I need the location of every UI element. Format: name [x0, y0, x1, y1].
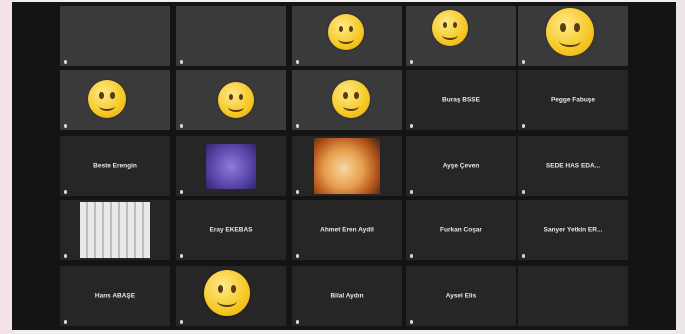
smiley-face-icon: [546, 8, 594, 56]
participant-name: SEDE HAS EDA...: [545, 162, 601, 170]
participant-name: Beste Erengin: [93, 162, 137, 170]
participant-label: [296, 189, 398, 194]
participant-label: [522, 59, 624, 64]
participant-label: [296, 123, 398, 128]
participant-name: Aysel Elis: [445, 292, 477, 300]
participant-label: [64, 319, 166, 324]
participant-label: [64, 189, 166, 194]
participant-name: Bilal Aydın: [330, 292, 364, 300]
participant-tile[interactable]: [292, 6, 402, 66]
participant-name: Sanyer Yetkin ER...: [543, 226, 603, 234]
participant-label: [180, 59, 282, 64]
participant-name: Pegge Fabuşe: [550, 96, 596, 104]
participant-label: [410, 59, 512, 64]
microphone-icon: [410, 189, 413, 194]
participant-tile[interactable]: Pegge Fabuşe: [518, 70, 628, 130]
participant-tile[interactable]: [518, 6, 628, 66]
participant-tile[interactable]: SEDE HAS EDA...: [518, 136, 628, 196]
microphone-icon: [180, 253, 183, 258]
microphone-icon: [296, 189, 299, 194]
microphone-icon: [410, 253, 413, 258]
participant-name: Buraş BSSE: [442, 96, 480, 104]
microphone-icon: [296, 59, 299, 64]
participant-tile[interactable]: [518, 266, 628, 326]
participant-name: Ayşe Çeven: [442, 162, 480, 170]
microphone-icon: [296, 319, 299, 324]
participant-tile[interactable]: [292, 70, 402, 130]
participant-tile[interactable]: [292, 136, 402, 196]
smiley-face-icon: [328, 14, 364, 50]
participant-tile[interactable]: Hans ABAŞE: [60, 266, 170, 326]
smiley-face-icon: [332, 80, 370, 118]
participant-image: [314, 138, 380, 194]
participant-label: [180, 123, 282, 128]
microphone-icon: [64, 59, 67, 64]
participant-tile[interactable]: [176, 266, 286, 326]
participant-image: [80, 202, 150, 258]
participant-name: Ahmet Eren Aydil: [320, 226, 374, 234]
smiley-face-icon: [432, 10, 468, 46]
microphone-icon: [180, 189, 183, 194]
smiley-face-icon: [204, 270, 250, 316]
microphone-icon: [64, 123, 67, 128]
participant-label: [296, 319, 398, 324]
microphone-icon: [180, 319, 183, 324]
microphone-icon: [296, 123, 299, 128]
participant-tile[interactable]: [176, 136, 286, 196]
participant-label: [64, 123, 166, 128]
participant-label: [410, 253, 512, 258]
participant-tile[interactable]: Bilal Aydın: [292, 266, 402, 326]
microphone-icon: [64, 189, 67, 194]
participant-tile[interactable]: [60, 70, 170, 130]
microphone-icon: [522, 253, 525, 258]
participant-label: [522, 123, 624, 128]
smiley-face-icon: [88, 80, 126, 118]
microphone-icon: [522, 59, 525, 64]
video-meeting-gallery: Buraş BSSE Pegge Fabuşe Beste Erengin Ayşe …: [12, 2, 676, 330]
participant-label: [410, 319, 512, 324]
participant-label: [180, 253, 282, 258]
microphone-icon: [522, 123, 525, 128]
participant-label: [64, 59, 166, 64]
participant-tile[interactable]: Buraş BSSE: [406, 70, 516, 130]
microphone-icon: [296, 253, 299, 258]
participant-image: [206, 144, 256, 189]
participant-label: [522, 253, 624, 258]
participant-tile[interactable]: Sanyer Yetkin ER...: [518, 200, 628, 260]
smiley-face-icon: [218, 82, 254, 118]
participant-tile[interactable]: [406, 6, 516, 66]
participant-name: Furkan Coşar: [440, 226, 482, 234]
participant-tile[interactable]: Beste Erengin: [60, 136, 170, 196]
microphone-icon: [180, 123, 183, 128]
participant-tile[interactable]: [60, 200, 170, 260]
participant-label: [180, 189, 282, 194]
participant-label: [410, 189, 512, 194]
participant-label: [180, 319, 282, 324]
microphone-icon: [522, 189, 525, 194]
participant-tile[interactable]: [60, 6, 170, 66]
participant-tile[interactable]: Furkan Coşar: [406, 200, 516, 260]
participant-label: [410, 123, 512, 128]
participant-tile[interactable]: Eray EKEBAS: [176, 200, 286, 260]
microphone-icon: [64, 253, 67, 258]
participant-label: [64, 253, 166, 258]
participant-name: Eray EKEBAS: [209, 226, 253, 234]
participant-name: Hans ABAŞE: [94, 292, 136, 300]
participant-tile[interactable]: [176, 70, 286, 130]
microphone-icon: [410, 123, 413, 128]
participant-label: [296, 59, 398, 64]
participant-tile[interactable]: [176, 6, 286, 66]
participant-tile[interactable]: Ayşe Çeven: [406, 136, 516, 196]
participant-label: [296, 253, 398, 258]
participant-tile[interactable]: Aysel Elis: [406, 266, 516, 326]
microphone-icon: [410, 59, 413, 64]
participant-label: [522, 189, 624, 194]
microphone-icon: [410, 319, 413, 324]
participant-tile[interactable]: Ahmet Eren Aydil: [292, 200, 402, 260]
microphone-icon: [64, 319, 67, 324]
background-edge-right: [675, 0, 685, 334]
microphone-icon: [180, 59, 183, 64]
